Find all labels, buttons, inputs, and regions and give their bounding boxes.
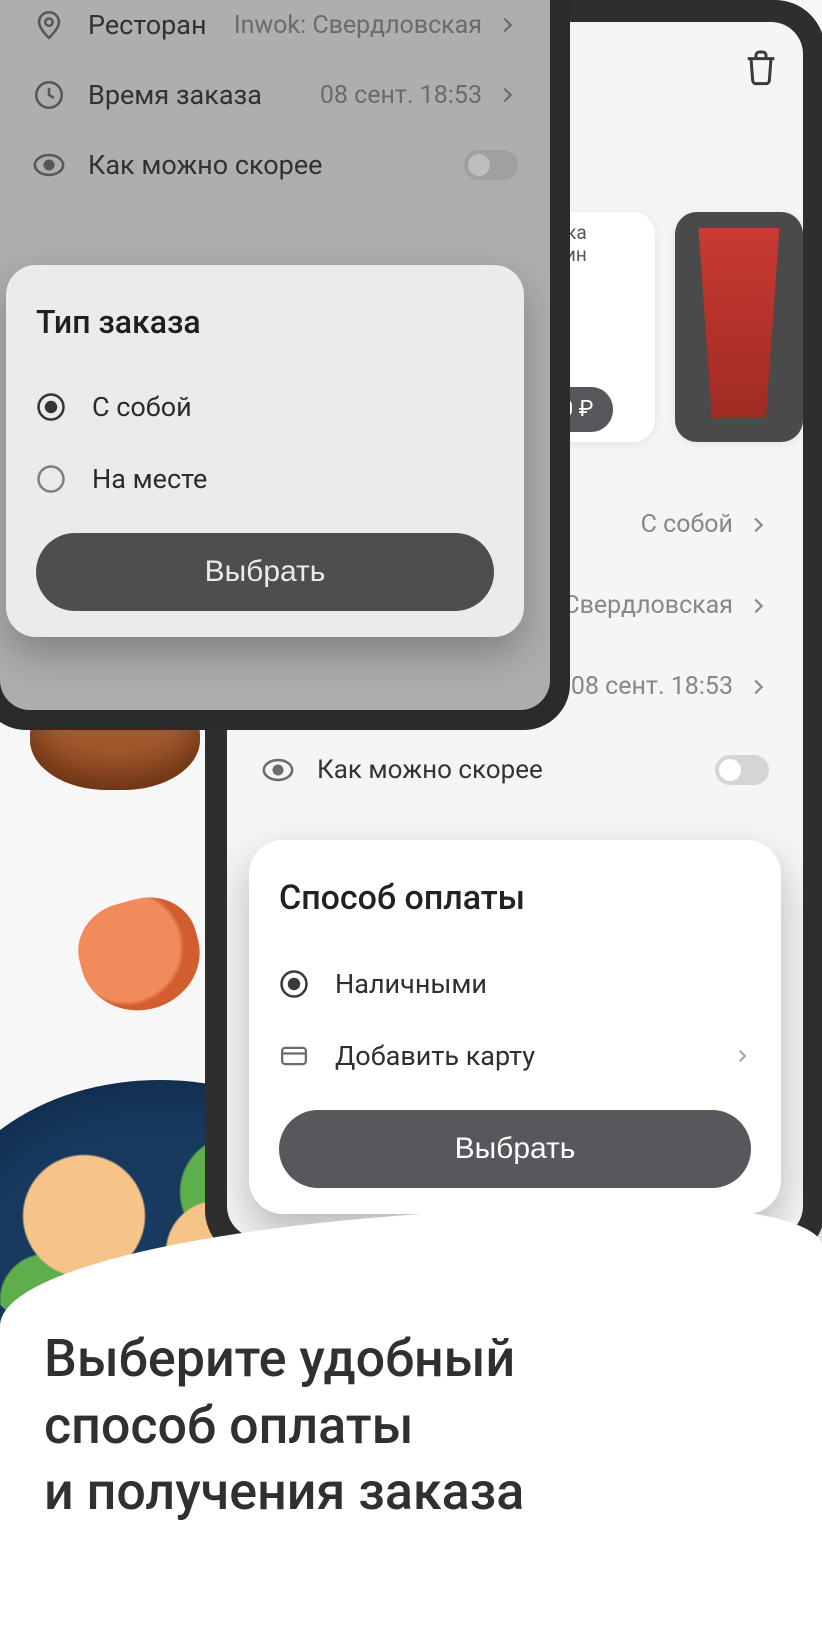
- payment-option-cash[interactable]: Наличными: [279, 948, 751, 1020]
- option-label: Наличными: [335, 968, 487, 1000]
- chevron-right-icon: [747, 676, 769, 698]
- order-type-dinein[interactable]: На месте: [36, 443, 494, 515]
- phone-mockup-rear: Ресторан Inwok: Свердловская Время заказ…: [0, 0, 570, 730]
- clock-icon: [32, 78, 66, 112]
- headline-line: и получения заказа: [44, 1461, 524, 1522]
- radio-selected-icon: [36, 392, 66, 422]
- row-time[interactable]: Время заказа 08 сент. 18:53: [0, 60, 550, 130]
- chevron-right-icon: [747, 595, 769, 617]
- option-label: Добавить карту: [335, 1040, 535, 1072]
- radio-selected-icon: [279, 969, 309, 999]
- select-button[interactable]: Выбрать: [279, 1110, 751, 1188]
- button-label: Выбрать: [205, 555, 326, 589]
- payment-modal: Способ оплаты Наличными Добавить карту: [249, 840, 781, 1214]
- row-value: : Свердловская: [551, 591, 733, 620]
- row-label: Как можно скорее: [317, 755, 543, 785]
- promo-footer: Выберите удобный способ оплаты и получен…: [0, 1206, 822, 1646]
- headline-line: способ оплаты: [44, 1395, 413, 1456]
- trash-icon[interactable]: [741, 47, 781, 87]
- row-label: Как можно скорее: [88, 149, 322, 181]
- row-restaurant[interactable]: Ресторан Inwok: Свердловская: [0, 0, 550, 60]
- radio-unselected-icon: [36, 464, 66, 494]
- chevron-right-icon: [747, 514, 769, 536]
- toggle-switch[interactable]: [464, 150, 518, 180]
- speed-icon: [32, 148, 66, 182]
- select-button[interactable]: Выбрать: [36, 533, 494, 611]
- location-icon: [32, 8, 66, 42]
- chevron-right-icon: [496, 14, 518, 36]
- row-value: 08 сент. 18:53: [571, 672, 733, 701]
- modal-title: Способ оплаты: [279, 878, 751, 918]
- payment-option-add-card[interactable]: Добавить карту: [279, 1020, 751, 1092]
- drink-image: [694, 228, 784, 418]
- row-asap[interactable]: Как можно скорее: [227, 727, 803, 813]
- speed-icon: [261, 753, 295, 787]
- product-card-photo[interactable]: [675, 212, 803, 442]
- row-value: 08 сент. 18:53: [320, 81, 482, 110]
- card-icon: [279, 1041, 309, 1071]
- option-label: На месте: [92, 463, 207, 495]
- toggle-switch[interactable]: [715, 755, 769, 785]
- chevron-right-icon: [496, 84, 518, 106]
- modal-title: Тип заказа: [36, 303, 494, 341]
- row-label: Время заказа: [88, 79, 262, 111]
- row-value: С собой: [641, 510, 733, 539]
- button-label: Выбрать: [455, 1132, 576, 1166]
- row-value: Inwok: Свердловская: [234, 11, 482, 40]
- order-type-modal: Тип заказа С собой На месте Выбрать: [6, 265, 524, 637]
- headline-line: Выберите удобный: [44, 1328, 515, 1389]
- chevron-right-icon: [733, 1047, 751, 1065]
- option-label: С собой: [92, 391, 192, 423]
- row-asap[interactable]: Как можно скорее: [0, 130, 550, 200]
- order-type-takeaway[interactable]: С собой: [36, 371, 494, 443]
- row-label: Ресторан: [88, 9, 207, 41]
